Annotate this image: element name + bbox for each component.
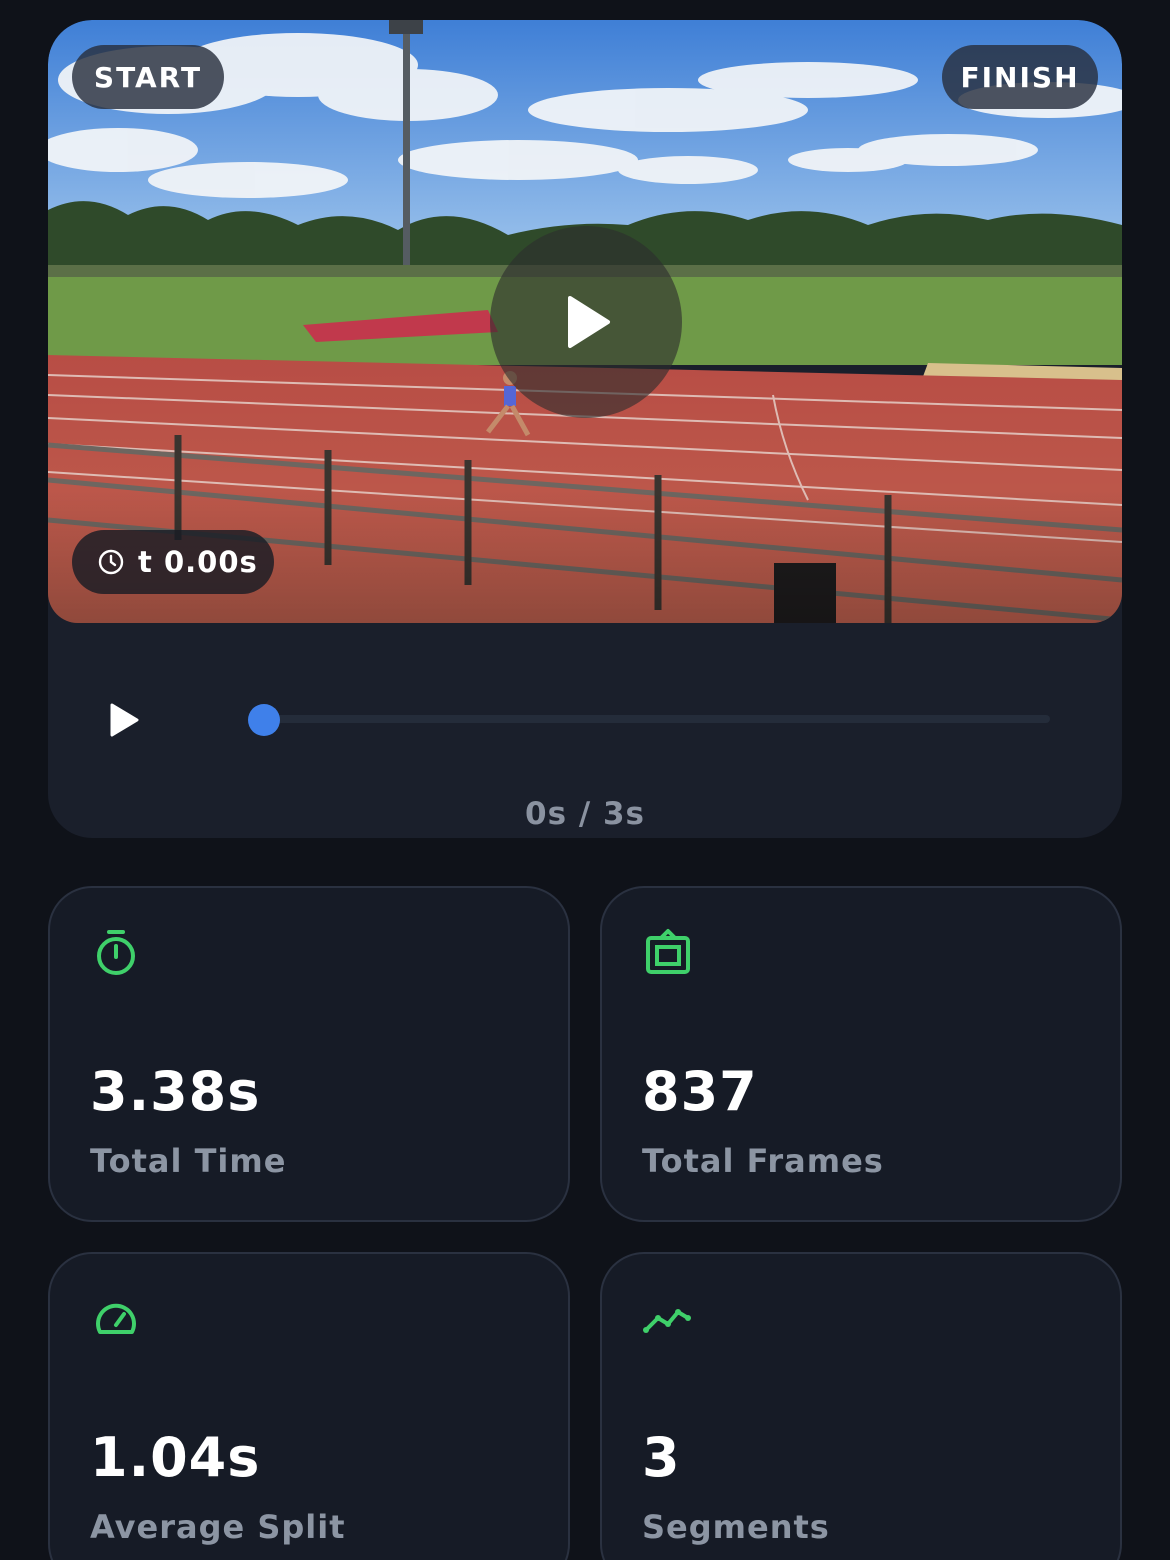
stat-label: Average Split	[90, 1508, 346, 1546]
stat-card-total-frames: 837 Total Frames	[600, 886, 1122, 1222]
start-marker-button[interactable]: START	[72, 45, 224, 109]
play-button[interactable]	[106, 702, 142, 738]
center-play-button[interactable]	[490, 226, 682, 418]
finish-marker-button[interactable]: FINISH	[942, 45, 1098, 109]
clock-icon	[98, 549, 124, 575]
stat-card-segments: 3 Segments	[600, 1252, 1122, 1560]
video-player-card: START FINISH t 0.00s 0s / 3s	[48, 20, 1122, 838]
stat-label: Total Frames	[642, 1142, 884, 1180]
seek-bar[interactable]	[264, 715, 1050, 723]
seek-thumb[interactable]	[248, 704, 280, 736]
start-label: START	[93, 60, 203, 94]
stat-value: 3	[642, 1426, 681, 1489]
stat-card-average-split: 1.04s Average Split	[48, 1252, 570, 1560]
finish-label: FINISH	[960, 60, 1080, 94]
stat-card-total-time: 3.38s Total Time	[48, 886, 570, 1222]
time-readout: 0s / 3s	[525, 796, 645, 832]
stat-value: 3.38s	[90, 1060, 261, 1123]
stat-value: 837	[642, 1060, 758, 1123]
play-icon	[568, 296, 610, 348]
frame-icon	[646, 929, 690, 974]
stopwatch-icon	[97, 930, 135, 975]
timestamp-badge: t 0.00s	[72, 530, 274, 594]
speedometer-icon	[96, 1303, 136, 1334]
stat-label: Segments	[642, 1508, 830, 1546]
video-frame[interactable]: START FINISH t 0.00s	[48, 20, 1122, 623]
stat-value: 1.04s	[90, 1426, 261, 1489]
stat-label: Total Time	[90, 1142, 287, 1180]
play-icon	[110, 703, 139, 737]
trend-line-icon	[643, 1309, 691, 1333]
timestamp-text: t 0.00s	[138, 545, 258, 579]
